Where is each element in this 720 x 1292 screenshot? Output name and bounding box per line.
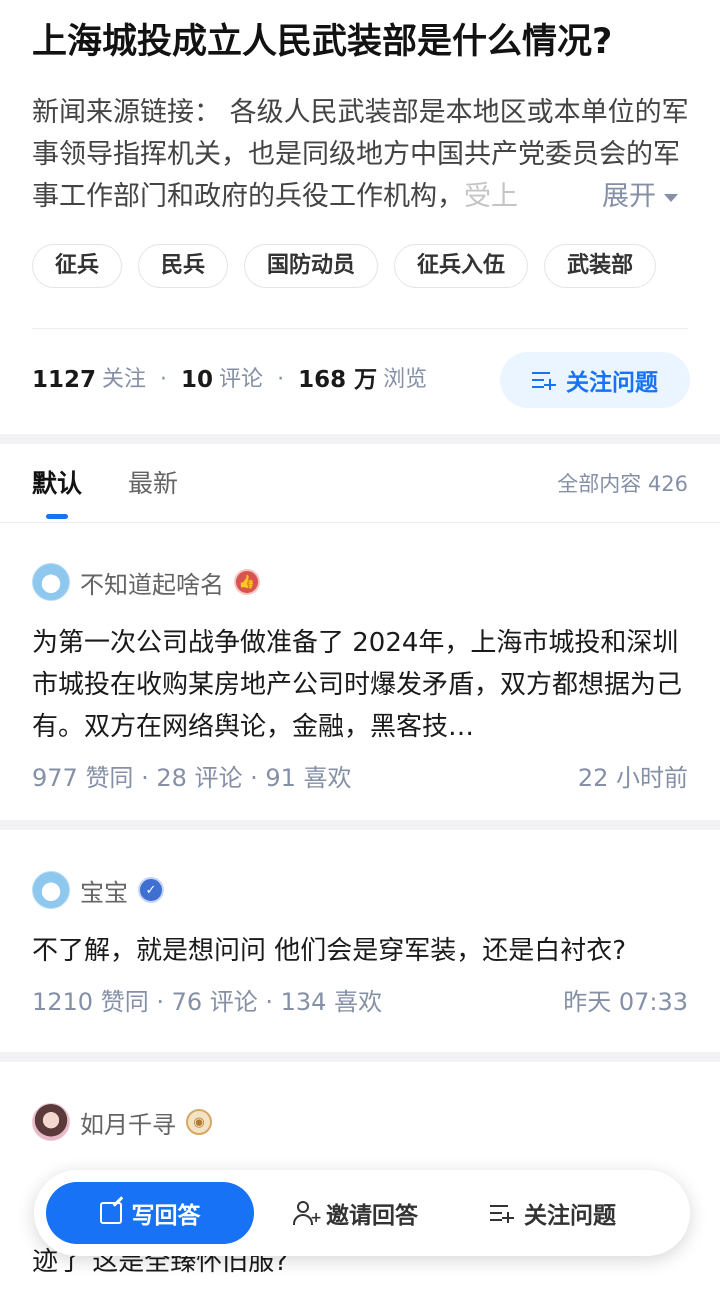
eye-badge-icon: ◉ bbox=[186, 1109, 212, 1135]
answer-time: 22 小时前 bbox=[577, 764, 688, 792]
comment-count: 10 bbox=[181, 367, 214, 393]
tab-default[interactable]: 默认 bbox=[32, 464, 82, 504]
thumbs-up-badge-icon: 👍 bbox=[234, 569, 260, 595]
follow-label: 关注 bbox=[102, 367, 147, 392]
answer-tabs: 默认 最新 bbox=[32, 464, 178, 504]
avatar[interactable] bbox=[32, 1103, 70, 1141]
answer-card[interactable]: 宝宝 ✓ 不了解，就是想问问 他们会是穿军装，还是白衬衣? 1210 赞同 · … bbox=[32, 870, 688, 1022]
follow-question-bottom-button[interactable]: 关注问题 bbox=[490, 1196, 616, 1230]
answer-author[interactable]: 宝宝 ✓ bbox=[32, 870, 688, 910]
question-description[interactable]: 新闻来源链接： 各级人民武装部是本地区或本单位的军事领导指挥机关，也是同级地方中… bbox=[32, 92, 694, 218]
answer-content[interactable]: 不了解，就是想问问 他们会是穿军装，还是白衬衣? bbox=[32, 930, 688, 972]
write-answer-label: 写回答 bbox=[131, 1203, 201, 1229]
follow-question-label: 关注问题 bbox=[566, 370, 658, 396]
question-stats: 1127 关注 · 10 评论 · 168 万 浏览 bbox=[32, 362, 427, 398]
answer-author[interactable]: 不知道起啥名 👍 bbox=[32, 562, 688, 602]
answer-meta: 1210 赞同 · 76 评论 · 134 喜欢 昨天 07:33 bbox=[32, 982, 688, 1022]
verified-badge-icon: ✓ bbox=[138, 877, 164, 903]
expand-caret-icon bbox=[664, 193, 678, 202]
section-separator bbox=[0, 434, 720, 444]
tabs-divider bbox=[0, 522, 720, 523]
answer-stats: 1210 赞同 · 76 评论 · 134 喜欢 bbox=[32, 988, 383, 1016]
bottom-action-bar: 写回答 + 邀请回答 关注问题 bbox=[34, 1170, 690, 1256]
author-name[interactable]: 宝宝 bbox=[80, 873, 128, 908]
stat-separator: · bbox=[277, 367, 285, 392]
view-label: 浏览 bbox=[383, 367, 428, 392]
description-text: 新闻来源链接： 各级人民武装部是本地区或本单位的军事领导指挥机关，也是同级地方中… bbox=[32, 97, 689, 212]
plus-list-icon bbox=[532, 370, 556, 390]
write-answer-button[interactable]: 写回答 bbox=[46, 1182, 254, 1244]
plus-list-icon bbox=[490, 1203, 514, 1223]
view-count: 168 万 bbox=[298, 367, 378, 393]
topic-tag[interactable]: 征兵入伍 bbox=[394, 244, 529, 288]
section-separator bbox=[0, 1052, 720, 1062]
stat-separator: · bbox=[160, 367, 168, 392]
expand-button[interactable]: 展开 bbox=[598, 176, 678, 218]
follow-question-button[interactable]: 关注问题 bbox=[500, 352, 690, 408]
follow-count: 1127 bbox=[32, 367, 97, 393]
avatar[interactable] bbox=[32, 563, 70, 601]
follow-question-bottom-label: 关注问题 bbox=[524, 1203, 616, 1229]
person-add-icon: + bbox=[292, 1201, 322, 1225]
tab-latest[interactable]: 最新 bbox=[128, 464, 178, 504]
active-tab-indicator bbox=[46, 514, 68, 519]
question-title: 上海城投成立人民武装部是什么情况? bbox=[32, 22, 613, 62]
invite-answer-label: 邀请回答 bbox=[326, 1203, 418, 1229]
invite-answer-button[interactable]: + 邀请回答 bbox=[292, 1196, 418, 1230]
topic-tag[interactable]: 征兵 bbox=[32, 244, 123, 288]
author-name[interactable]: 如月千寻 bbox=[80, 1105, 176, 1140]
author-name[interactable]: 不知道起啥名 bbox=[80, 565, 224, 600]
answer-stats: 977 赞同 · 28 评论 · 91 喜欢 bbox=[32, 764, 352, 792]
section-separator bbox=[0, 820, 720, 830]
topic-tag[interactable]: 武装部 bbox=[544, 244, 657, 288]
divider bbox=[32, 328, 688, 329]
total-content-count: 全部内容 426 bbox=[557, 472, 688, 496]
answer-card[interactable]: 如月千寻 ◉ bbox=[32, 1102, 688, 1142]
topic-tag[interactable]: 国防动员 bbox=[244, 244, 379, 288]
expand-label: 展开 bbox=[602, 181, 656, 212]
answer-time: 昨天 07:33 bbox=[563, 988, 688, 1016]
avatar[interactable] bbox=[32, 871, 70, 909]
answer-content[interactable]: 为第一次公司战争做准备了 2024年，上海市城投和深圳市城投在收购某房地产公司时… bbox=[32, 622, 688, 748]
description-faded-text: 受上 bbox=[464, 181, 518, 212]
answer-card[interactable]: 不知道起啥名 👍 为第一次公司战争做准备了 2024年，上海市城投和深圳市城投在… bbox=[32, 562, 688, 798]
pencil-icon bbox=[99, 1202, 122, 1224]
topic-tag[interactable]: 民兵 bbox=[138, 244, 229, 288]
answer-author[interactable]: 如月千寻 ◉ bbox=[32, 1102, 688, 1142]
topic-tags: 征兵 民兵 国防动员 征兵入伍 武装部 bbox=[32, 244, 657, 288]
comment-label[interactable]: 评论 bbox=[219, 362, 263, 398]
answer-meta: 977 赞同 · 28 评论 · 91 喜欢 22 小时前 bbox=[32, 758, 688, 798]
